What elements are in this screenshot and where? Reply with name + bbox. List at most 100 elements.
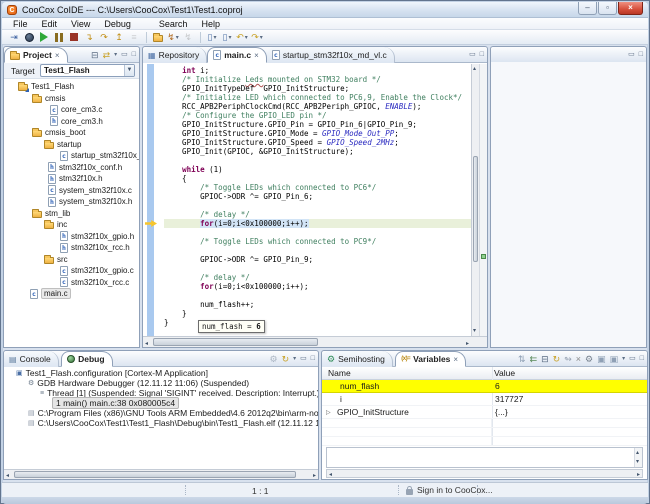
pin-view-icon[interactable]: ▣ <box>610 354 619 364</box>
code-line[interactable]: GPIO_Init(GPIOC, &GPIO_InitStructure); <box>164 147 471 156</box>
occurrence-marker[interactable] <box>481 254 486 259</box>
code-line[interactable]: /* Configure the GPIO_LED pin */ <box>164 111 471 120</box>
tree-item-core-cm3-h[interactable]: hcore_cm3.h <box>4 116 139 128</box>
code-line[interactable]: } <box>164 309 471 318</box>
code-line[interactable]: GPIO_InitTypeDef GPIO_InitStructure; <box>164 84 471 93</box>
view-menu-icon[interactable]: ▾ <box>293 354 296 364</box>
empty-row[interactable] <box>322 437 647 446</box>
variable-row-i[interactable]: i317727 <box>322 393 647 406</box>
tree-item-stm32f10x-h[interactable]: hstm32f10x.h <box>4 173 139 185</box>
title-bar[interactable]: C CooCox CoIDE --- C:\Users\CooCox\Test1… <box>2 2 648 18</box>
open-project-icon[interactable] <box>151 31 165 44</box>
chevron-down-icon[interactable]: ▼ <box>124 65 134 76</box>
empty-row[interactable] <box>322 419 647 428</box>
menu-debug[interactable]: Debug <box>97 19 138 29</box>
tree-item-cmsis[interactable]: cmsis <box>4 93 139 105</box>
menu-help[interactable]: Help <box>194 19 227 29</box>
code-line[interactable]: num_flash++; <box>164 300 471 309</box>
code-line[interactable]: /* delay */ <box>164 210 471 219</box>
tree-item-stm32f10x-gpio-h[interactable]: hstm32f10x_gpio.h <box>4 231 139 243</box>
tab-project[interactable]: Project × <box>4 47 68 63</box>
debug-tree-item[interactable]: ⚙GDB Hardware Debugger (12.11.12 11:06) … <box>4 378 318 388</box>
tab-main-c[interactable]: cmain.c× <box>207 47 267 63</box>
back-icon[interactable]: ↶▾ <box>235 31 249 44</box>
variable-row-GPIO_InitStructure[interactable]: ▷GPIO_InitStructure{...} <box>322 406 647 419</box>
overview-ruler[interactable] <box>479 64 487 336</box>
terminate-icon[interactable] <box>67 31 81 44</box>
tree-item-startup-stm32f10x-md-vl-c[interactable]: cstartup_stm32f10x_md_vl.c <box>4 150 139 162</box>
column-value[interactable]: Value <box>494 368 515 378</box>
instruction-step-icon[interactable]: ≡ <box>127 31 141 44</box>
collapse-all-icon[interactable]: ⊟ <box>541 354 549 364</box>
debug-tree-item[interactable]: ▤C:\Program Files (x86)\GNU Tools ARM Em… <box>4 408 318 418</box>
code-line[interactable]: /* Initialize Leds mounted on STM32 boar… <box>164 75 471 84</box>
resume-icon[interactable] <box>37 31 51 44</box>
variable-detail-pane[interactable]: ▴▾ <box>326 447 643 468</box>
minimize-view-icon[interactable]: ▭ <box>469 50 476 60</box>
code-editor[interactable]: int i; /* Initialize Leds mounted on STM… <box>143 64 487 336</box>
tree-item-src[interactable]: src <box>4 254 139 266</box>
code-line[interactable]: GPIO_InitStructure.GPIO_Speed = GPIO_Spe… <box>164 138 471 147</box>
code-line[interactable]: GPIOC->ODR ^= GPIO_Pin_9; <box>164 255 471 264</box>
maximize-button[interactable]: ▫ <box>598 2 617 15</box>
step-into-icon[interactable]: ↴ <box>82 31 96 44</box>
link-with-editor-icon[interactable]: ⇄ <box>103 50 111 60</box>
code-line[interactable] <box>164 228 471 237</box>
code-line[interactable]: for(i=0;i<0x100000;i++); <box>164 219 471 228</box>
remove-terminated-icon[interactable]: ⚙ <box>270 354 278 364</box>
code-line[interactable]: while (1) <box>164 165 471 174</box>
flash-program-icon[interactable]: ↯▾ <box>166 31 180 44</box>
minimize-view-icon[interactable]: ▭ <box>121 50 128 60</box>
tree-item-main-c[interactable]: cmain.c <box>4 288 139 300</box>
code-line[interactable] <box>164 246 471 255</box>
code-line[interactable]: /* Initialize LED which connected to PC6… <box>164 93 471 102</box>
variables-table-header[interactable]: Name Value <box>322 367 647 380</box>
code-line[interactable]: for(i=0;i<0x100000;i++); <box>164 282 471 291</box>
maximize-view-icon[interactable]: □ <box>311 354 315 364</box>
remove-icon[interactable]: × <box>576 354 581 364</box>
code-line[interactable] <box>164 264 471 273</box>
debug-tree-item[interactable]: ▣Test1_Flash.configuration [Cortex-M App… <box>4 368 318 378</box>
scroll-thumb[interactable] <box>153 338 318 346</box>
flash-erase-icon[interactable]: ↯ <box>181 31 195 44</box>
code-line[interactable] <box>164 201 471 210</box>
tree-item-cmsis-boot[interactable]: cmsis_boot <box>4 127 139 139</box>
tree-item-stm32f10x-conf-h[interactable]: hstm32f10x_conf.h <box>4 162 139 174</box>
maximize-view-icon[interactable]: □ <box>640 354 644 364</box>
code-line[interactable]: RCC_APB2PeriphClockCmd(RCC_APB2Periph_GP… <box>164 102 471 111</box>
column-name[interactable]: Name <box>328 368 351 378</box>
expander-icon[interactable]: ▷ <box>326 409 334 416</box>
refresh-icon[interactable]: ↻ <box>553 354 561 364</box>
tree-item-system-stm32f10x-c[interactable]: csystem_stm32f10x.c <box>4 185 139 197</box>
tab-repository[interactable]: ▦Repository <box>143 47 207 63</box>
view-menu-icon[interactable]: ▾ <box>622 354 625 364</box>
scroll-thumb[interactable] <box>473 156 478 262</box>
close-button[interactable]: × <box>618 2 643 15</box>
show-type-names-icon[interactable]: ⇅ <box>518 354 526 364</box>
run-to-line-icon[interactable]: ⇥ <box>7 31 21 44</box>
maximize-view-icon[interactable]: □ <box>132 50 136 60</box>
tree-item-inc[interactable]: inc <box>4 219 139 231</box>
tab-debug[interactable]: Debug <box>61 351 112 367</box>
code-line[interactable] <box>164 156 471 165</box>
variable-row-num_flash[interactable]: num_flash6 <box>322 380 647 393</box>
settings-icon[interactable]: ⚙ <box>585 354 593 364</box>
menu-edit[interactable]: Edit <box>35 19 65 29</box>
step-out-icon[interactable]: ↥ <box>112 31 126 44</box>
tab-variables[interactable]: (x)= Variables × <box>395 351 466 367</box>
scroll-thumb[interactable] <box>14 471 296 478</box>
new-view-icon[interactable]: ▯▾ <box>220 31 234 44</box>
minimize-view-icon[interactable]: ▭ <box>300 354 307 364</box>
maximize-view-icon[interactable]: □ <box>480 50 484 60</box>
code-line[interactable]: /* Toggle LEDs which connected to PC9*/ <box>164 237 471 246</box>
menu-view[interactable]: View <box>64 19 97 29</box>
debug-horizontal-scrollbar[interactable]: ◂ ▸ <box>4 469 318 479</box>
forward-icon[interactable]: ↷▾ <box>250 31 264 44</box>
minimize-view-icon[interactable]: ▭ <box>629 354 636 364</box>
code-line[interactable]: int i; <box>164 66 471 75</box>
watch-icon[interactable]: ↬ <box>564 354 572 364</box>
debug-tree-item[interactable]: 1 main() main.c:38 0x080005c4 <box>4 398 318 408</box>
menu-file[interactable]: File <box>6 19 35 29</box>
debug-icon[interactable] <box>22 31 36 44</box>
debug-tree-item[interactable]: ▤C:\Users\CooCox\Test1\Test1_Flash\Debug… <box>4 418 318 428</box>
